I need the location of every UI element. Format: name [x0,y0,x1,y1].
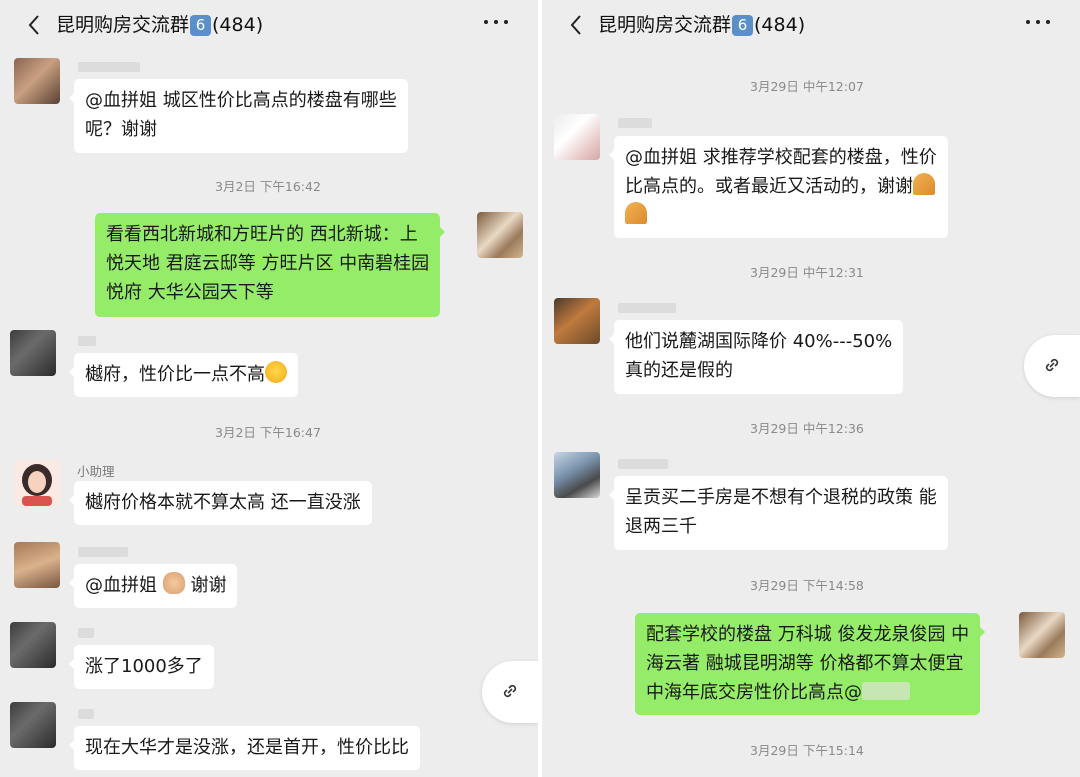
chat-title: 昆明购房交流群 6 (484) [56,10,263,40]
message-line: 他们说麓湖国际降价 40%---50% [625,331,893,352]
floating-link-button[interactable] [482,661,538,723]
timestamp: 3月2日 下午16:47 [215,425,321,440]
timestamp: 3月29日 下午15:14 [750,743,864,758]
sender-name [78,336,96,346]
praying-hands-emoji-icon [625,202,647,224]
message-bubble-self[interactable]: 看看西北新城和方旺片的 西北新城：上 悦天地 君庭云邸等 方旺片区 中南碧桂园 … [95,213,446,317]
sender-name [618,118,652,128]
link-icon [503,684,517,698]
timestamp: 3月29日 中午12:07 [750,79,864,94]
message-line: 海云著 融城昆明湖等 价格都不算太便宜 [646,653,964,674]
timestamp: 3月29日 中午12:36 [750,421,864,436]
chat-title-text: 昆明购房交流群 [56,14,190,36]
timestamp: 3月29日 下午14:58 [750,578,864,593]
group-badge: 6 [732,15,754,36]
laugh-cry-emoji-icon [265,361,287,383]
message-text: 谢谢 [190,575,227,596]
sender-name [618,459,668,469]
title-bar: 昆明购房交流群 6 (484) [0,0,538,50]
avatar[interactable] [10,622,56,668]
message-line: 呈贡买二手房是不想有个退税的政策 能 [625,487,937,508]
title-bar: 昆明购房交流群 6 (484) [542,0,1080,50]
back-icon[interactable] [24,12,46,38]
message-bubble[interactable]: @血拼姐 求推荐学校配套的楼盘，性价 比高点的。或者最近又活动的，谢谢 [609,136,948,238]
message-text: 樾府价格本就不算太高 还一直没涨 [85,492,361,513]
member-count: (484) [754,14,806,36]
message-bubble[interactable]: 涨了1000多了 [69,645,214,689]
sender-name: 小助理 [77,464,115,479]
message-bubble[interactable]: 樾府，性价比一点不高 [69,353,298,397]
woman-avatar-icon [14,460,60,506]
message-bubble[interactable]: @血拼姐 城区性价比高点的楼盘有哪些 呢？谢谢 [69,79,408,153]
message-bubble-self[interactable]: 配套学校的楼盘 万科城 俊发龙泉俊园 中 海云著 融城昆明湖等 价格都不算太便宜… [635,613,986,715]
more-icon[interactable] [484,20,508,26]
praying-hands-emoji-icon [913,173,935,195]
message-line: 悦府 大华公园天下等 [106,282,274,303]
avatar[interactable] [554,298,600,344]
message-line: 退两三千 [625,516,697,537]
avatar[interactable] [14,542,60,588]
avatar[interactable] [14,58,60,104]
message-text: 现在大华才是没涨，还是首开，性价比比 [85,737,409,758]
chat-title: 昆明购房交流群 6 (484) [598,10,805,40]
message-bubble[interactable]: @血拼姐 谢谢 [68,564,238,608]
sender-name [78,628,94,638]
sender-name [78,709,94,719]
sender-name [618,303,676,313]
message-bubble[interactable]: 他们说麓湖国际降价 40%---50% 真的还是假的 [608,320,904,394]
self-avatar[interactable] [1019,612,1065,658]
message-line: 看看西北新城和方旺片的 西北新城：上 [106,224,418,245]
ok-hand-emoji-icon [162,572,185,594]
message-line: 悦天地 君庭云邸等 方旺片区 中南碧桂园 [106,253,430,274]
message-bubble[interactable]: 樾府价格本就不算太高 还一直没涨 [69,481,372,525]
message-line: 比高点的。或者最近又活动的，谢谢 [625,172,937,201]
message-bubble[interactable]: 现在大华才是没涨，还是首开，性价比比 [69,726,420,770]
message-line: 真的还是假的 [625,360,733,381]
timestamp: 3月29日 中午12:31 [750,265,864,280]
avatar[interactable] [554,452,600,498]
more-icon[interactable] [1026,20,1050,26]
link-icon [1045,358,1059,372]
assistant-avatar[interactable] [14,460,60,506]
message-line: @血拼姐 求推荐学校配套的楼盘，性价 [625,147,937,168]
self-avatar[interactable] [477,212,523,258]
sender-name [78,62,140,72]
message-line: 配套学校的楼盘 万科城 俊发龙泉俊园 中 [646,624,970,645]
group-badge: 6 [190,15,212,36]
message-text: 涨了1000多了 [85,656,203,677]
avatar[interactable] [554,114,600,160]
redacted-mention [862,682,910,700]
message-text: @血拼姐 [85,575,157,596]
chat-pane-left: 昆明购房交流群 6 (484) @血拼姐 城区性价比高点的楼盘有哪些 呢？谢谢 3月… [0,0,538,777]
avatar[interactable] [10,702,56,748]
message-line [625,201,937,230]
chat-pane-right: 昆明购房交流群 6 (484) 3月29日 中午12:07 @血拼姐 求推荐学校配套… [542,0,1080,777]
avatar[interactable] [10,330,56,376]
message-text: 樾府，性价比一点不高 [85,364,265,385]
member-count: (484) [212,14,264,36]
message-line: 呢？谢谢 [85,119,157,140]
message-line: 中海年底交房性价比高点@ [646,678,969,707]
floating-link-button[interactable] [1024,335,1080,397]
message-line: @血拼姐 城区性价比高点的楼盘有哪些 [85,90,397,111]
chat-title-text: 昆明购房交流群 [598,14,732,36]
back-icon[interactable] [566,12,588,38]
timestamp: 3月2日 下午16:42 [215,179,321,194]
message-bubble[interactable]: 呈贡买二手房是不想有个退税的政策 能 退两三千 [609,476,948,550]
sender-name [78,547,128,557]
